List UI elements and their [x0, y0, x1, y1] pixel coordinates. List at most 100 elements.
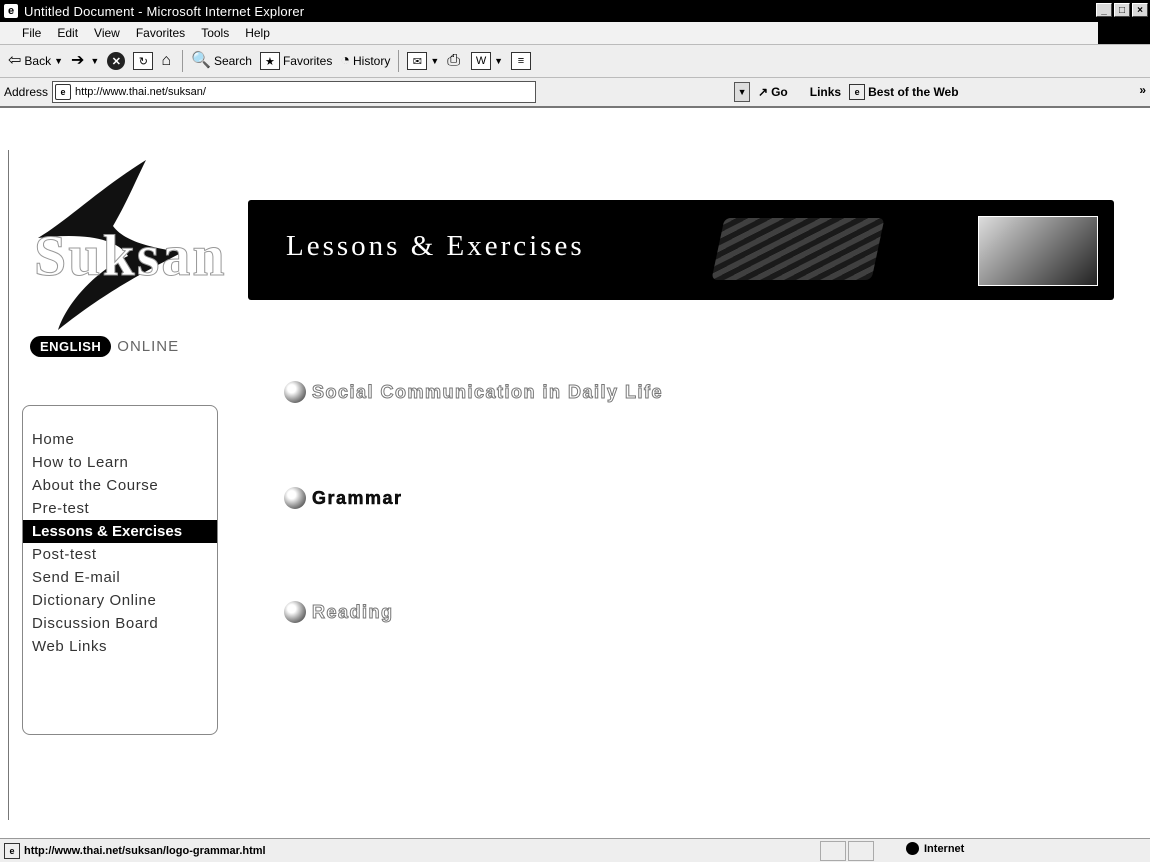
- word-icon: W: [471, 52, 492, 70]
- nav-send-email[interactable]: Send E-mail: [23, 566, 217, 589]
- close-button[interactable]: ×: [1132, 3, 1148, 17]
- toolbar-separator: [182, 50, 184, 72]
- nav-discussion-board[interactable]: Discussion Board: [23, 612, 217, 635]
- zone-label: Internet: [924, 842, 965, 855]
- mail-button[interactable]: ✉ ▼: [407, 48, 439, 74]
- menu-favorites[interactable]: Favorites: [134, 25, 187, 41]
- minimize-button[interactable]: _: [1096, 3, 1112, 17]
- go-arrow-icon: ↗: [758, 85, 769, 99]
- back-button[interactable]: ⇦ Back ▼: [8, 48, 63, 74]
- favorites-button[interactable]: ★ Favorites: [259, 48, 333, 74]
- menu-edit[interactable]: Edit: [55, 25, 80, 41]
- address-dropdown-button[interactable]: ▼: [734, 82, 751, 102]
- refresh-icon: ↻: [133, 52, 154, 70]
- status-panels: [820, 841, 876, 861]
- nav-web-links[interactable]: Web Links: [23, 635, 217, 658]
- window-title: Untitled Document - Microsoft Internet E…: [24, 3, 305, 19]
- window-controls: _ □ ×: [1096, 3, 1148, 17]
- online-label: ONLINE: [117, 338, 180, 355]
- stop-icon: ✕: [107, 52, 126, 70]
- english-online-badge: ENGLISH ONLINE: [30, 336, 179, 357]
- stop-button[interactable]: ✕: [107, 48, 126, 74]
- back-arrow-icon: ⇦: [8, 52, 22, 69]
- go-label: Go: [771, 85, 788, 99]
- address-input[interactable]: e http://www.thai.net/suksan/: [52, 81, 537, 103]
- chevron-down-icon[interactable]: ▼: [494, 56, 503, 66]
- throbber-area: [1098, 22, 1150, 44]
- back-label: Back: [24, 54, 52, 68]
- discuss-icon: ≡: [511, 52, 531, 70]
- computer-photo: [978, 216, 1098, 286]
- menu-tools[interactable]: Tools: [199, 25, 231, 41]
- status-panel: [820, 841, 846, 861]
- toolbar-separator: [398, 50, 400, 72]
- chevron-down-icon[interactable]: ▼: [90, 56, 99, 66]
- search-button[interactable]: 🔍 Search: [191, 48, 252, 74]
- more-links-chevron-icon[interactable]: »: [1139, 83, 1146, 97]
- menu-bar: File Edit View Favorites Tools Help: [0, 22, 1150, 45]
- address-url[interactable]: http://www.thai.net/suksan/: [75, 86, 206, 98]
- address-bar: Address e http://www.thai.net/suksan/ ▼ …: [0, 78, 1150, 108]
- history-icon: ◔: [340, 52, 350, 69]
- favorites-label: Favorites: [282, 54, 333, 68]
- page-icon: e: [4, 842, 20, 859]
- status-panel: [848, 841, 874, 861]
- maximize-button[interactable]: □: [1114, 3, 1130, 17]
- banner-title: Lessons & Exercises: [286, 230, 585, 262]
- print-icon: ⎙: [447, 52, 461, 69]
- address-label: Address: [4, 85, 49, 99]
- security-zone: Internet: [906, 842, 964, 855]
- favorites-icon: ★: [259, 52, 280, 70]
- menu-help[interactable]: Help: [243, 25, 272, 41]
- page-icon: e: [849, 84, 866, 100]
- nav-home[interactable]: Home: [23, 428, 217, 451]
- suksan-logo[interactable]: Suksan: [28, 160, 225, 330]
- keyboard-image: [711, 218, 885, 280]
- nav-about-the-course[interactable]: About the Course: [23, 474, 217, 497]
- nav-pre-test[interactable]: Pre-test: [23, 497, 217, 520]
- nav-post-test[interactable]: Post-test: [23, 543, 217, 566]
- print-button[interactable]: ⎙: [447, 48, 463, 74]
- topic-social-communication[interactable]: Social Communication in Daily Life: [284, 381, 663, 403]
- topic-grammar[interactable]: Grammar: [284, 487, 403, 509]
- topic-label: Reading: [312, 601, 394, 622]
- page-banner: Lessons & Exercises: [248, 200, 1114, 300]
- topic-label: Grammar: [312, 487, 403, 508]
- nav-how-to-learn[interactable]: How to Learn: [23, 451, 217, 474]
- chevron-down-icon[interactable]: ▼: [54, 56, 63, 66]
- standard-toolbar: ⇦ Back ▼ ➔ ▼ ✕ ↻ ⌂ 🔍 Search ★ Favorites …: [0, 45, 1150, 78]
- title-bar: e Untitled Document - Microsoft Internet…: [0, 0, 1150, 22]
- nav-dictionary-online[interactable]: Dictionary Online: [23, 589, 217, 612]
- page-icon: e: [55, 84, 72, 100]
- link-best-of-web-label: Best of the Web: [868, 85, 959, 99]
- logo-wordmark: Suksan: [34, 223, 227, 289]
- history-button[interactable]: ◔ History: [340, 48, 390, 74]
- menu-view[interactable]: View: [92, 25, 122, 41]
- globe-icon: [906, 842, 919, 855]
- ie-app-icon[interactable]: e: [4, 4, 18, 18]
- home-icon: ⌂: [161, 52, 172, 69]
- edit-word-button[interactable]: W ▼: [471, 48, 503, 74]
- status-bar: e http://www.thai.net/suksan/logo-gramma…: [0, 838, 1150, 862]
- topic-reading[interactable]: Reading: [284, 601, 394, 623]
- refresh-button[interactable]: ↻: [133, 48, 154, 74]
- english-pill: ENGLISH: [30, 336, 112, 357]
- forward-arrow-icon: ➔: [71, 52, 85, 69]
- forward-button[interactable]: ➔ ▼: [71, 48, 99, 74]
- search-label: Search: [213, 54, 252, 68]
- nav-lessons-exercises[interactable]: Lessons & Exercises: [23, 520, 217, 543]
- discuss-button[interactable]: ≡: [511, 48, 531, 74]
- search-icon: 🔍: [191, 52, 211, 69]
- links-label[interactable]: Links: [810, 85, 841, 99]
- bullet-ball-icon: [284, 601, 306, 623]
- go-button[interactable]: ↗ Go: [758, 85, 788, 99]
- mail-icon: ✉: [407, 52, 428, 70]
- menu-file[interactable]: File: [20, 25, 43, 41]
- bullet-ball-icon: [284, 381, 306, 403]
- link-best-of-web[interactable]: e Best of the Web: [849, 84, 959, 100]
- home-button[interactable]: ⌂: [161, 48, 174, 74]
- chevron-down-icon[interactable]: ▼: [430, 56, 439, 66]
- topic-label: Social Communication in Daily Life: [311, 381, 664, 402]
- status-text: http://www.thai.net/suksan/logo-grammar.…: [24, 844, 266, 857]
- site-nav: Home How to Learn About the Course Pre-t…: [22, 405, 218, 735]
